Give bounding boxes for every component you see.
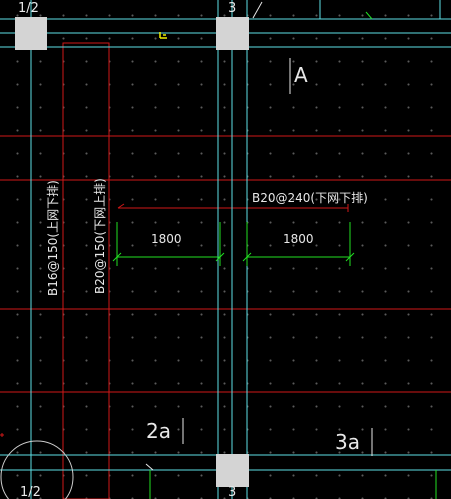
axis-label-top-right: 3 bbox=[228, 1, 236, 16]
column-top-left[interactable] bbox=[15, 17, 47, 50]
horizontal-rebar-line[interactable] bbox=[117, 203, 349, 212]
rebar-label-horizontal[interactable]: B20@240(下网下排) bbox=[252, 191, 368, 205]
cad-drawing-canvas[interactable]: 1/2 3 1/2 3 A 2a 3a B20@240(下网下排) B16@15… bbox=[0, 0, 451, 499]
axis-lines bbox=[0, 135, 451, 393]
drawing-layer: 1/2 3 1/2 3 A 2a 3a B20@240(下网下排) B16@15… bbox=[0, 0, 451, 499]
grid-label-a[interactable]: A bbox=[294, 63, 308, 87]
rebar-label-vertical-right[interactable]: B20@150(下网上排) bbox=[93, 178, 107, 294]
axis-label-bottom-left: 1/2 bbox=[20, 485, 41, 499]
axis-label-bottom-right: 3 bbox=[228, 485, 236, 499]
origin-marker-icon bbox=[0, 433, 4, 437]
axis-label-top-left: 1/2 bbox=[18, 1, 39, 16]
column-bottom-right[interactable] bbox=[216, 454, 249, 487]
dimension-text-right[interactable]: 1800 bbox=[283, 232, 314, 246]
grid-label-2a[interactable]: 2a bbox=[146, 419, 171, 443]
grid-label-3a[interactable]: 3a bbox=[335, 430, 360, 454]
column-top-right[interactable] bbox=[216, 17, 249, 50]
rebar-label-vertical-left[interactable]: B16@150(上网下排) bbox=[46, 180, 60, 296]
beam-lines bbox=[0, 0, 451, 499]
dimension-text-left[interactable]: 1800 bbox=[151, 232, 182, 246]
